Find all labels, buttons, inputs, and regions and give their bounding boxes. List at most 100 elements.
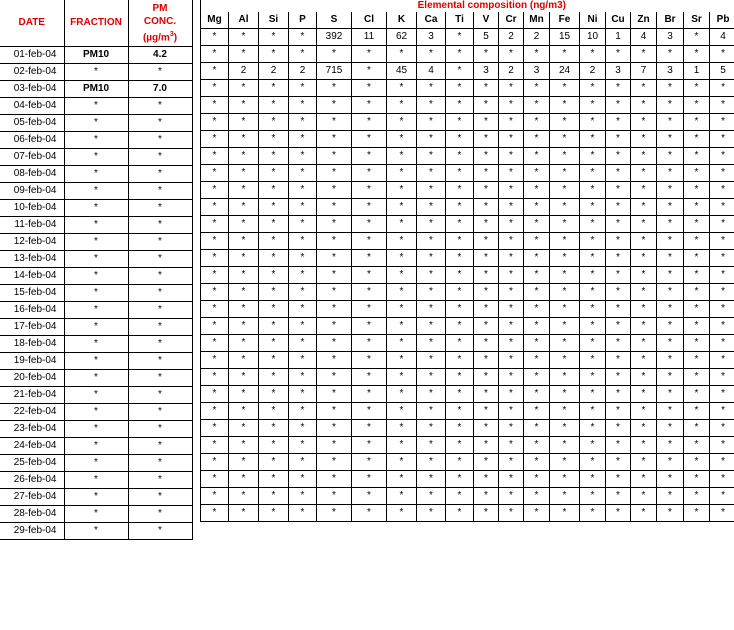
value-cell-sr: * [683,113,710,131]
value-cell-al: * [228,249,259,267]
value-cell-sr: * [683,249,710,267]
value-cell-p: * [288,453,317,471]
value-cell-ti: * [445,198,474,216]
value-cell-cl: * [351,487,387,505]
composition-row: * * * * * * * * * * * * * * * * * * * [200,385,734,403]
value-cell-sr: * [683,28,710,46]
value-cell-sr: * [683,283,710,301]
fraction-cell: * [64,522,129,540]
value-cell-cu: * [605,249,631,267]
value-cell-si: * [258,402,289,420]
value-cell-sr: * [683,385,710,403]
composition-row: * * * * * * * * * * * * * * * * * * * [200,147,734,165]
value-cell-sr: * [683,419,710,437]
value-cell-v: * [473,249,499,267]
value-cell-mg: * [200,215,229,233]
sample-row: 05-feb-04 * * [0,114,193,132]
fraction-cell: * [64,403,129,421]
value-cell-si: * [258,283,289,301]
sample-row: 04-feb-04 * * [0,97,193,115]
value-cell-k: * [386,198,417,216]
value-cell-ca: * [416,96,446,114]
sample-row: 24-feb-04 * * [0,437,193,455]
value-cell-mg: * [200,232,229,250]
element-header-br: Br [656,12,684,29]
fraction-cell: * [64,233,129,251]
element-header-mg: Mg [200,12,229,29]
sample-row: 29-feb-04 * * [0,522,193,540]
value-cell-zn: * [630,453,657,471]
value-cell-k: * [386,402,417,420]
value-cell-ca: * [416,351,446,369]
value-cell-ni: * [579,334,606,352]
pm-conc-cell: * [128,454,193,472]
value-cell-ni: * [579,266,606,284]
value-cell-ti: * [445,317,474,335]
value-cell-br: * [656,45,684,63]
value-cell-ti: * [445,334,474,352]
value-cell-fe: 15 [549,28,580,46]
composition-title-row: Elemental composition (ng/m3) [199,0,734,12]
pm-conc-cell: * [128,471,193,489]
pm-conc-cell: * [128,318,193,336]
value-cell-si: * [258,232,289,250]
fraction-cell: * [64,505,129,523]
value-cell-cr: * [498,79,524,97]
value-cell-k: * [386,470,417,488]
value-cell-ca: * [416,317,446,335]
composition-row: * * * * * * * * * * * * * * * * * * * [200,470,734,488]
fraction-cell: * [64,114,129,132]
value-cell-cr: * [498,249,524,267]
pm-conc-cell: 4.2 [128,46,193,64]
value-cell-ca: * [416,45,446,63]
pm-conc-cell: * [128,420,193,438]
value-cell-ni: * [579,147,606,165]
value-cell-cl: * [351,130,387,148]
value-cell-ca: * [416,402,446,420]
value-cell-k: * [386,232,417,250]
value-cell-ti: * [445,45,474,63]
value-cell-v: * [473,79,499,97]
fraction-cell: PM10 [64,80,129,98]
value-cell-cr: * [498,487,524,505]
fraction-cell: * [64,250,129,268]
value-cell-cl: * [351,470,387,488]
value-cell-pb: * [708,470,734,488]
value-cell-v: * [473,130,499,148]
fraction-cell: * [64,284,129,302]
value-cell-cl: * [351,283,387,301]
value-cell-k: * [386,147,417,165]
value-cell-pb: * [708,249,734,267]
composition-row: * * * * * * * * * * * * * * * * * * * [200,198,734,216]
value-cell-al: * [228,300,259,318]
value-cell-mn: * [523,385,550,403]
element-header-zn: Zn [630,12,657,29]
value-cell-br: * [656,266,684,284]
value-cell-si: * [258,385,289,403]
value-cell-zn: * [630,232,657,250]
value-cell-p: * [288,436,317,454]
value-cell-mg: * [200,317,229,335]
value-cell-ni: * [579,45,606,63]
fraction-cell: * [64,352,129,370]
value-cell-al: * [228,147,259,165]
value-cell-pb: 5 [708,62,734,80]
value-cell-k: 62 [386,28,417,46]
value-cell-k: * [386,130,417,148]
value-cell-v: * [473,232,499,250]
composition-row: * * * * * * * * * * * * * * * * * * * [200,487,734,505]
value-cell-cl: * [351,266,387,284]
value-cell-br: * [656,419,684,437]
value-cell-al: * [228,283,259,301]
value-cell-k: * [386,113,417,131]
value-cell-cl: * [351,317,387,335]
value-cell-fe: * [549,487,580,505]
value-cell-br: * [656,215,684,233]
value-cell-mg: * [200,164,229,182]
sample-row: 28-feb-04 * * [0,505,193,523]
element-header-si: Si [258,12,289,29]
value-cell-sr: * [683,436,710,454]
composition-row: * * * * 392 11 62 3 * 5 2 2 15 10 1 4 3 * 4 [200,28,734,46]
value-cell-al: * [228,504,259,522]
value-cell-br: * [656,470,684,488]
